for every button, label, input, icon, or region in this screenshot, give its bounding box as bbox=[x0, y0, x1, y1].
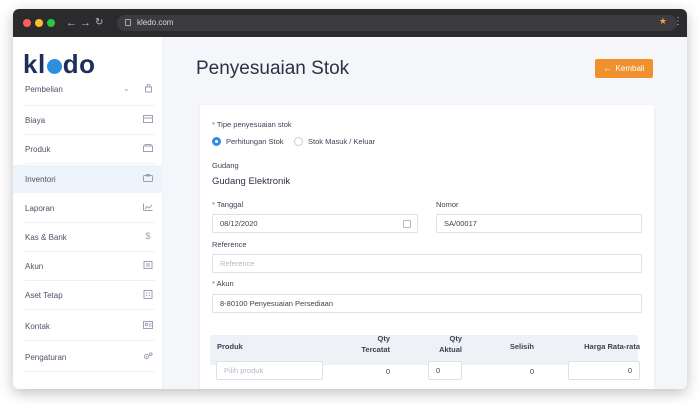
th-qty-aktual: Qty Aktual bbox=[439, 334, 462, 354]
building-icon bbox=[143, 290, 153, 299]
reference-input[interactable]: Reference bbox=[212, 254, 642, 273]
minimize-window-dot[interactable] bbox=[35, 19, 43, 27]
radio-selected-dot[interactable] bbox=[212, 137, 221, 146]
card-icon bbox=[143, 115, 153, 124]
sidebar-item-pengaturan[interactable]: Pengaturan bbox=[13, 344, 163, 370]
sidebar-item-inventori[interactable]: Inventori bbox=[13, 165, 163, 193]
akun-label: * Akun bbox=[212, 279, 234, 288]
nomor-input[interactable]: SA/00017 bbox=[436, 214, 642, 233]
dollar-icon: $ bbox=[145, 231, 151, 241]
screenshot-stage: ← → ↻ kledo.com ★ ⋮ kl do Pembelian ⌄ Bi… bbox=[0, 0, 700, 404]
qty-aktual-input[interactable]: 0 bbox=[428, 361, 462, 380]
contact-icon bbox=[143, 321, 153, 330]
sidebar-item-label: Kontak bbox=[25, 321, 50, 331]
star-icon[interactable]: ★ bbox=[659, 16, 667, 27]
sidebar-item-kontak[interactable]: Kontak bbox=[13, 313, 163, 339]
sidebar-divider bbox=[25, 280, 155, 281]
sidebar-item-label: Pembelian bbox=[25, 84, 63, 94]
radio-option-label: Stok Masuk / Keluar bbox=[308, 137, 376, 146]
sidebar-item-akun[interactable]: Akun bbox=[13, 253, 163, 279]
book-icon bbox=[143, 261, 153, 270]
back-button-label: Kembali bbox=[615, 64, 645, 73]
sidebar-item-label: Laporan bbox=[25, 203, 55, 213]
sidebar: kl do Pembelian ⌄ Biaya Produk Inventori… bbox=[13, 37, 163, 389]
sidebar-divider bbox=[25, 309, 155, 310]
address-bar[interactable]: kledo.com ★ bbox=[117, 15, 677, 31]
sidebar-item-label: Kas & Bank bbox=[25, 232, 67, 242]
warehouse-icon bbox=[143, 174, 153, 183]
gear-icon bbox=[143, 352, 153, 361]
sidebar-item-label: Aset Tetap bbox=[25, 290, 63, 300]
stock-adjustment-form: * Tipe penyesuaian stok Perhitungan Stok… bbox=[200, 105, 654, 389]
back-arrow-icon[interactable]: ← bbox=[66, 15, 77, 31]
pilih-produk-select[interactable]: Pilih produk bbox=[216, 361, 323, 380]
sidebar-item-produk[interactable]: Produk bbox=[13, 136, 163, 162]
lock-icon bbox=[125, 19, 131, 26]
tanggal-label: * Tanggal bbox=[212, 200, 244, 209]
sidebar-item-label: Pengaturan bbox=[25, 352, 67, 362]
browser-window: ← → ↻ kledo.com ★ ⋮ kl do Pembelian ⌄ Bi… bbox=[13, 9, 687, 389]
arrow-left-icon: ← bbox=[603, 64, 612, 73]
maximize-window-dot[interactable] bbox=[47, 19, 55, 27]
akun-select[interactable]: 8-80100 Penyesuaian Persediaan bbox=[212, 294, 642, 313]
address-url: kledo.com bbox=[137, 18, 174, 27]
forward-arrow-icon[interactable]: → bbox=[80, 15, 91, 31]
sidebar-divider bbox=[25, 105, 155, 106]
kledo-logo[interactable]: kl do bbox=[23, 49, 95, 79]
calendar-icon[interactable] bbox=[403, 220, 411, 228]
sidebar-item-aset-tetap[interactable]: Aset Tetap bbox=[13, 282, 163, 308]
th-qty-tercatat: Qty Tercatat bbox=[361, 334, 390, 354]
gudang-value: Gudang Elektronik bbox=[212, 176, 291, 187]
sidebar-item-label: Akun bbox=[25, 261, 44, 271]
browser-toolbar: ← → ↻ kledo.com ★ ⋮ bbox=[13, 9, 687, 37]
reload-icon[interactable]: ↻ bbox=[95, 15, 103, 31]
page-title: Penyesuaian Stok bbox=[196, 58, 350, 79]
radio-option-label: Perhitungan Stok bbox=[226, 137, 284, 146]
chart-icon bbox=[143, 203, 153, 212]
sidebar-item-biaya[interactable]: Biaya bbox=[13, 107, 163, 133]
reference-label: Reference bbox=[212, 240, 247, 249]
sidebar-item-label: Inventori bbox=[25, 174, 56, 184]
sidebar-item-label: Biaya bbox=[25, 115, 46, 125]
sidebar-divider bbox=[25, 340, 155, 341]
main-content: Penyesuaian Stok ← Kembali * Tipe penyes… bbox=[163, 37, 687, 389]
back-button[interactable]: ← Kembali bbox=[595, 59, 653, 78]
th-harga-rata-rata: Harga Rata-rata bbox=[584, 342, 640, 351]
box-icon bbox=[143, 144, 153, 153]
nomor-label: Nomor bbox=[436, 200, 459, 209]
sidebar-item-kas-bank[interactable]: Kas & Bank $ bbox=[13, 224, 163, 250]
sidebar-item-label: Produk bbox=[25, 144, 51, 154]
radio-unselected-dot[interactable] bbox=[294, 137, 303, 146]
tanggal-input[interactable]: 08/12/2020 bbox=[212, 214, 418, 233]
close-window-dot[interactable] bbox=[23, 19, 31, 27]
chevron-down-icon: ⌄ bbox=[123, 84, 130, 93]
th-selisih: Selisih bbox=[509, 342, 534, 351]
selisih-value: 0 bbox=[529, 367, 534, 376]
more-vertical-icon[interactable]: ⋮ bbox=[673, 16, 683, 28]
th-produk: Produk bbox=[217, 342, 243, 351]
sidebar-divider bbox=[25, 222, 155, 223]
gudang-label: Gudang bbox=[212, 161, 239, 170]
sidebar-divider bbox=[25, 134, 155, 135]
bag-icon bbox=[143, 84, 153, 93]
sidebar-item-pembelian[interactable]: Pembelian ⌄ bbox=[13, 76, 163, 102]
sidebar-divider bbox=[25, 163, 155, 164]
sidebar-divider bbox=[25, 251, 155, 252]
sidebar-item-laporan[interactable]: Laporan bbox=[13, 195, 163, 221]
harga-rata-rata-input[interactable]: 0 bbox=[568, 361, 640, 380]
sidebar-divider bbox=[25, 371, 155, 372]
tipe-label: * Tipe penyesuaian stok bbox=[212, 120, 292, 129]
qty-tercatat-value: 0 bbox=[385, 367, 390, 376]
